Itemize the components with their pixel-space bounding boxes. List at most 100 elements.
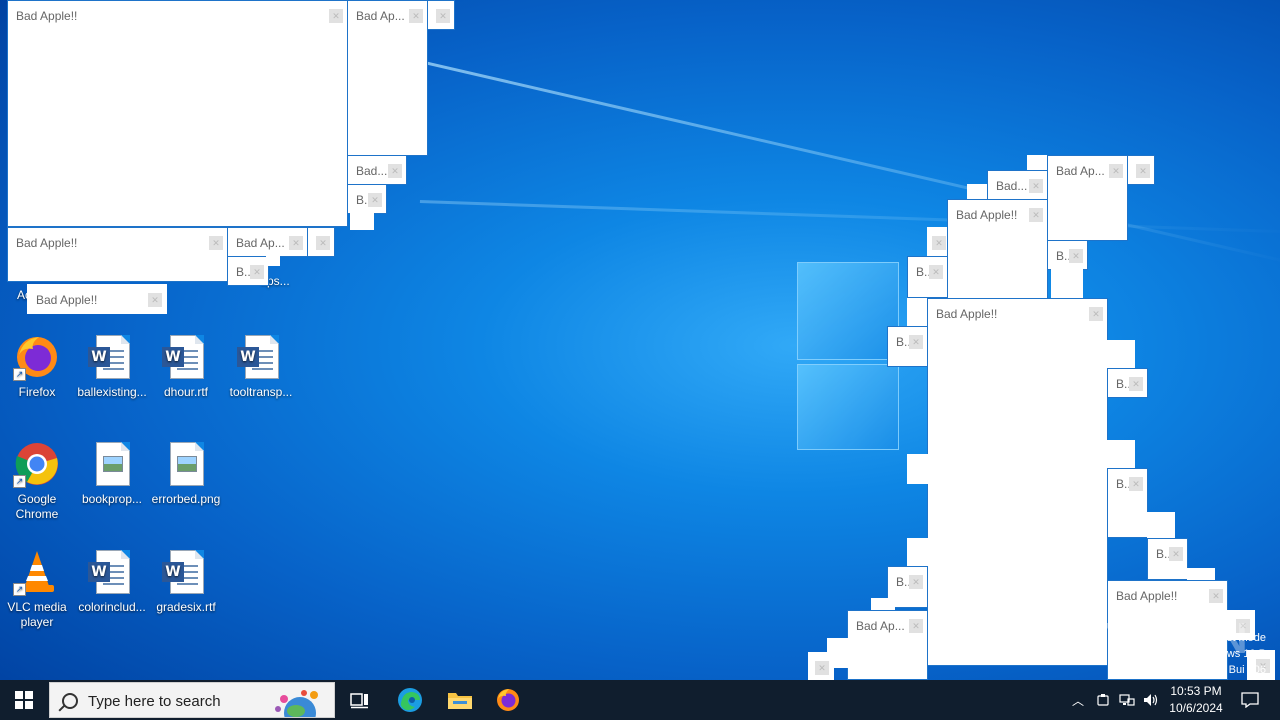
bad-apple-window[interactable] [1051, 268, 1083, 300]
bad-apple-window[interactable] [1107, 440, 1135, 470]
bad-apple-window[interactable] [907, 454, 929, 484]
desktop-icon-file[interactable]: W gradesix.rtf [149, 548, 223, 615]
bad-apple-window[interactable]: ✕ [427, 0, 455, 30]
close-icon[interactable]: ✕ [436, 9, 450, 23]
close-icon[interactable]: ✕ [388, 164, 402, 178]
window-title: Bad Ap... [1056, 164, 1105, 178]
bad-apple-window[interactable]: B... ✕ [1147, 538, 1188, 580]
bad-apple-window[interactable]: Bad Apple!! ✕ [27, 284, 167, 314]
bad-apple-window[interactable]: B... ✕ [227, 256, 269, 286]
word-doc-icon: W [162, 333, 210, 381]
close-icon[interactable]: ✕ [1169, 547, 1183, 561]
task-view-button[interactable] [336, 680, 384, 720]
chrome-icon: ↗ [13, 440, 61, 488]
close-icon[interactable]: ✕ [909, 619, 923, 633]
bad-apple-window[interactable] [266, 252, 280, 266]
action-center-button[interactable] [1232, 680, 1268, 720]
bad-apple-window[interactable]: ✕ [808, 652, 834, 680]
close-icon[interactable]: ✕ [250, 265, 264, 279]
task-view-icon [350, 693, 368, 709]
taskbar-app-edge[interactable] [386, 680, 434, 720]
desktop-icon-label: gradesix.rtf [156, 600, 216, 614]
network-icon [1119, 694, 1135, 706]
taskbar-search-box[interactable]: Type here to search [49, 682, 335, 718]
close-icon[interactable]: ✕ [929, 265, 943, 279]
bad-apple-window[interactable]: Bad Apple!! ✕ [7, 0, 348, 227]
desktop-icon-chrome[interactable]: ↗ Google Chrome [0, 440, 74, 522]
desktop-icon-vlc[interactable]: ↗ VLC media player [0, 548, 74, 630]
bad-apple-window[interactable]: Bad Apple!! ✕ [947, 199, 1048, 299]
bad-apple-window[interactable]: ✕ [1127, 155, 1155, 185]
word-doc-icon: W [162, 548, 210, 596]
close-icon[interactable]: ✕ [1129, 477, 1143, 491]
bad-apple-window[interactable]: Bad Ap... ✕ [1047, 155, 1128, 241]
firefox-icon: ↗ [13, 333, 61, 381]
word-doc-icon: W [88, 548, 136, 596]
desktop-icon-file[interactable]: errorbed.png [149, 440, 223, 507]
close-icon[interactable]: ✕ [1129, 377, 1143, 391]
desktop-icon-file[interactable]: W ballexisting... [75, 333, 149, 400]
close-icon[interactable]: ✕ [1109, 164, 1123, 178]
bad-apple-window[interactable]: Bad Apple!! ✕ [927, 298, 1108, 666]
close-icon[interactable]: ✕ [316, 236, 330, 250]
bad-apple-window[interactable]: Bad... ✕ [347, 155, 407, 185]
info-line: Bui 206 [1221, 662, 1266, 678]
close-icon[interactable]: ✕ [209, 236, 223, 250]
bad-apple-window[interactable] [350, 212, 374, 230]
close-icon[interactable]: ✕ [1069, 249, 1083, 263]
close-icon[interactable]: ✕ [1089, 307, 1103, 321]
speaker-icon [1144, 694, 1158, 706]
bad-apple-window[interactable]: B... ✕ [907, 256, 948, 298]
taskbar-clock[interactable]: 10:53 PM 10/6/2024 [1164, 683, 1228, 717]
close-icon[interactable]: ✕ [1136, 164, 1150, 178]
show-hidden-icons-button[interactable]: ︿ [1066, 680, 1090, 720]
window-title: Bad Apple!! [956, 208, 1018, 222]
bad-apple-window[interactable] [907, 538, 929, 568]
bad-apple-window[interactable] [1147, 512, 1175, 540]
bad-apple-window[interactable]: Bad... ✕ [987, 170, 1048, 200]
desktop: Ac aps... ↗ Firefox W ballexisting... W … [0, 0, 1280, 680]
close-icon[interactable]: ✕ [932, 236, 946, 250]
close-icon[interactable]: ✕ [909, 335, 923, 349]
bad-apple-window[interactable] [1107, 340, 1135, 370]
bad-apple-window[interactable]: Bad Ap... ✕ [847, 610, 928, 680]
close-icon[interactable]: ✕ [329, 9, 343, 23]
clock-date: 10/6/2024 [1169, 701, 1223, 715]
desktop-icon-firefox[interactable]: ↗ Firefox [0, 333, 74, 400]
info-line: ws 10 P [1226, 648, 1266, 660]
window-title: Bad Apple!! [16, 236, 78, 250]
desktop-icon-file[interactable]: W colorinclud... [75, 548, 149, 615]
desktop-icon-label: Google Chrome [15, 492, 59, 521]
bad-apple-window[interactable]: Bad Apple!! ✕ [7, 227, 228, 282]
tray-icon-network[interactable] [1116, 680, 1138, 720]
image-file-icon [162, 440, 210, 488]
image-file-icon [88, 440, 136, 488]
bad-apple-window[interactable]: B... ✕ [347, 184, 387, 214]
desktop-icon-file[interactable]: bookprop... [75, 440, 149, 507]
start-button[interactable] [0, 680, 48, 720]
close-icon[interactable]: ✕ [409, 9, 423, 23]
close-icon[interactable]: ✕ [815, 661, 829, 675]
desktop-icon-file[interactable]: W dhour.rtf [149, 333, 223, 400]
close-icon[interactable]: ✕ [1029, 179, 1043, 193]
window-title: Bad Apple!! [1116, 589, 1178, 603]
tray-icon-volume[interactable] [1140, 680, 1162, 720]
bad-apple-window[interactable]: B... ✕ [1107, 468, 1148, 538]
bad-apple-window[interactable]: B... ✕ [887, 326, 928, 367]
desktop-icon-label: Firefox [18, 385, 56, 399]
close-icon[interactable]: ✕ [368, 193, 382, 207]
close-icon[interactable]: ✕ [289, 236, 303, 250]
taskbar-app-firefox[interactable] [484, 680, 532, 720]
taskbar-app-file-explorer[interactable] [436, 680, 484, 720]
bad-apple-window[interactable]: ✕ [307, 227, 335, 257]
desktop-icon-file[interactable]: W tooltransp... [224, 333, 298, 400]
close-icon[interactable]: ✕ [148, 293, 162, 307]
bad-apple-window[interactable]: Bad Ap... ✕ [347, 0, 428, 156]
bad-apple-window[interactable]: B... ✕ [1047, 240, 1088, 270]
tray-icon-safely-remove[interactable] [1092, 680, 1114, 720]
close-icon[interactable]: ✕ [1209, 589, 1223, 603]
close-icon[interactable]: ✕ [1029, 208, 1043, 222]
bad-apple-window[interactable]: B... ✕ [1107, 368, 1148, 398]
window-title: Bad Apple!! [936, 307, 998, 321]
close-icon[interactable]: ✕ [909, 575, 923, 589]
